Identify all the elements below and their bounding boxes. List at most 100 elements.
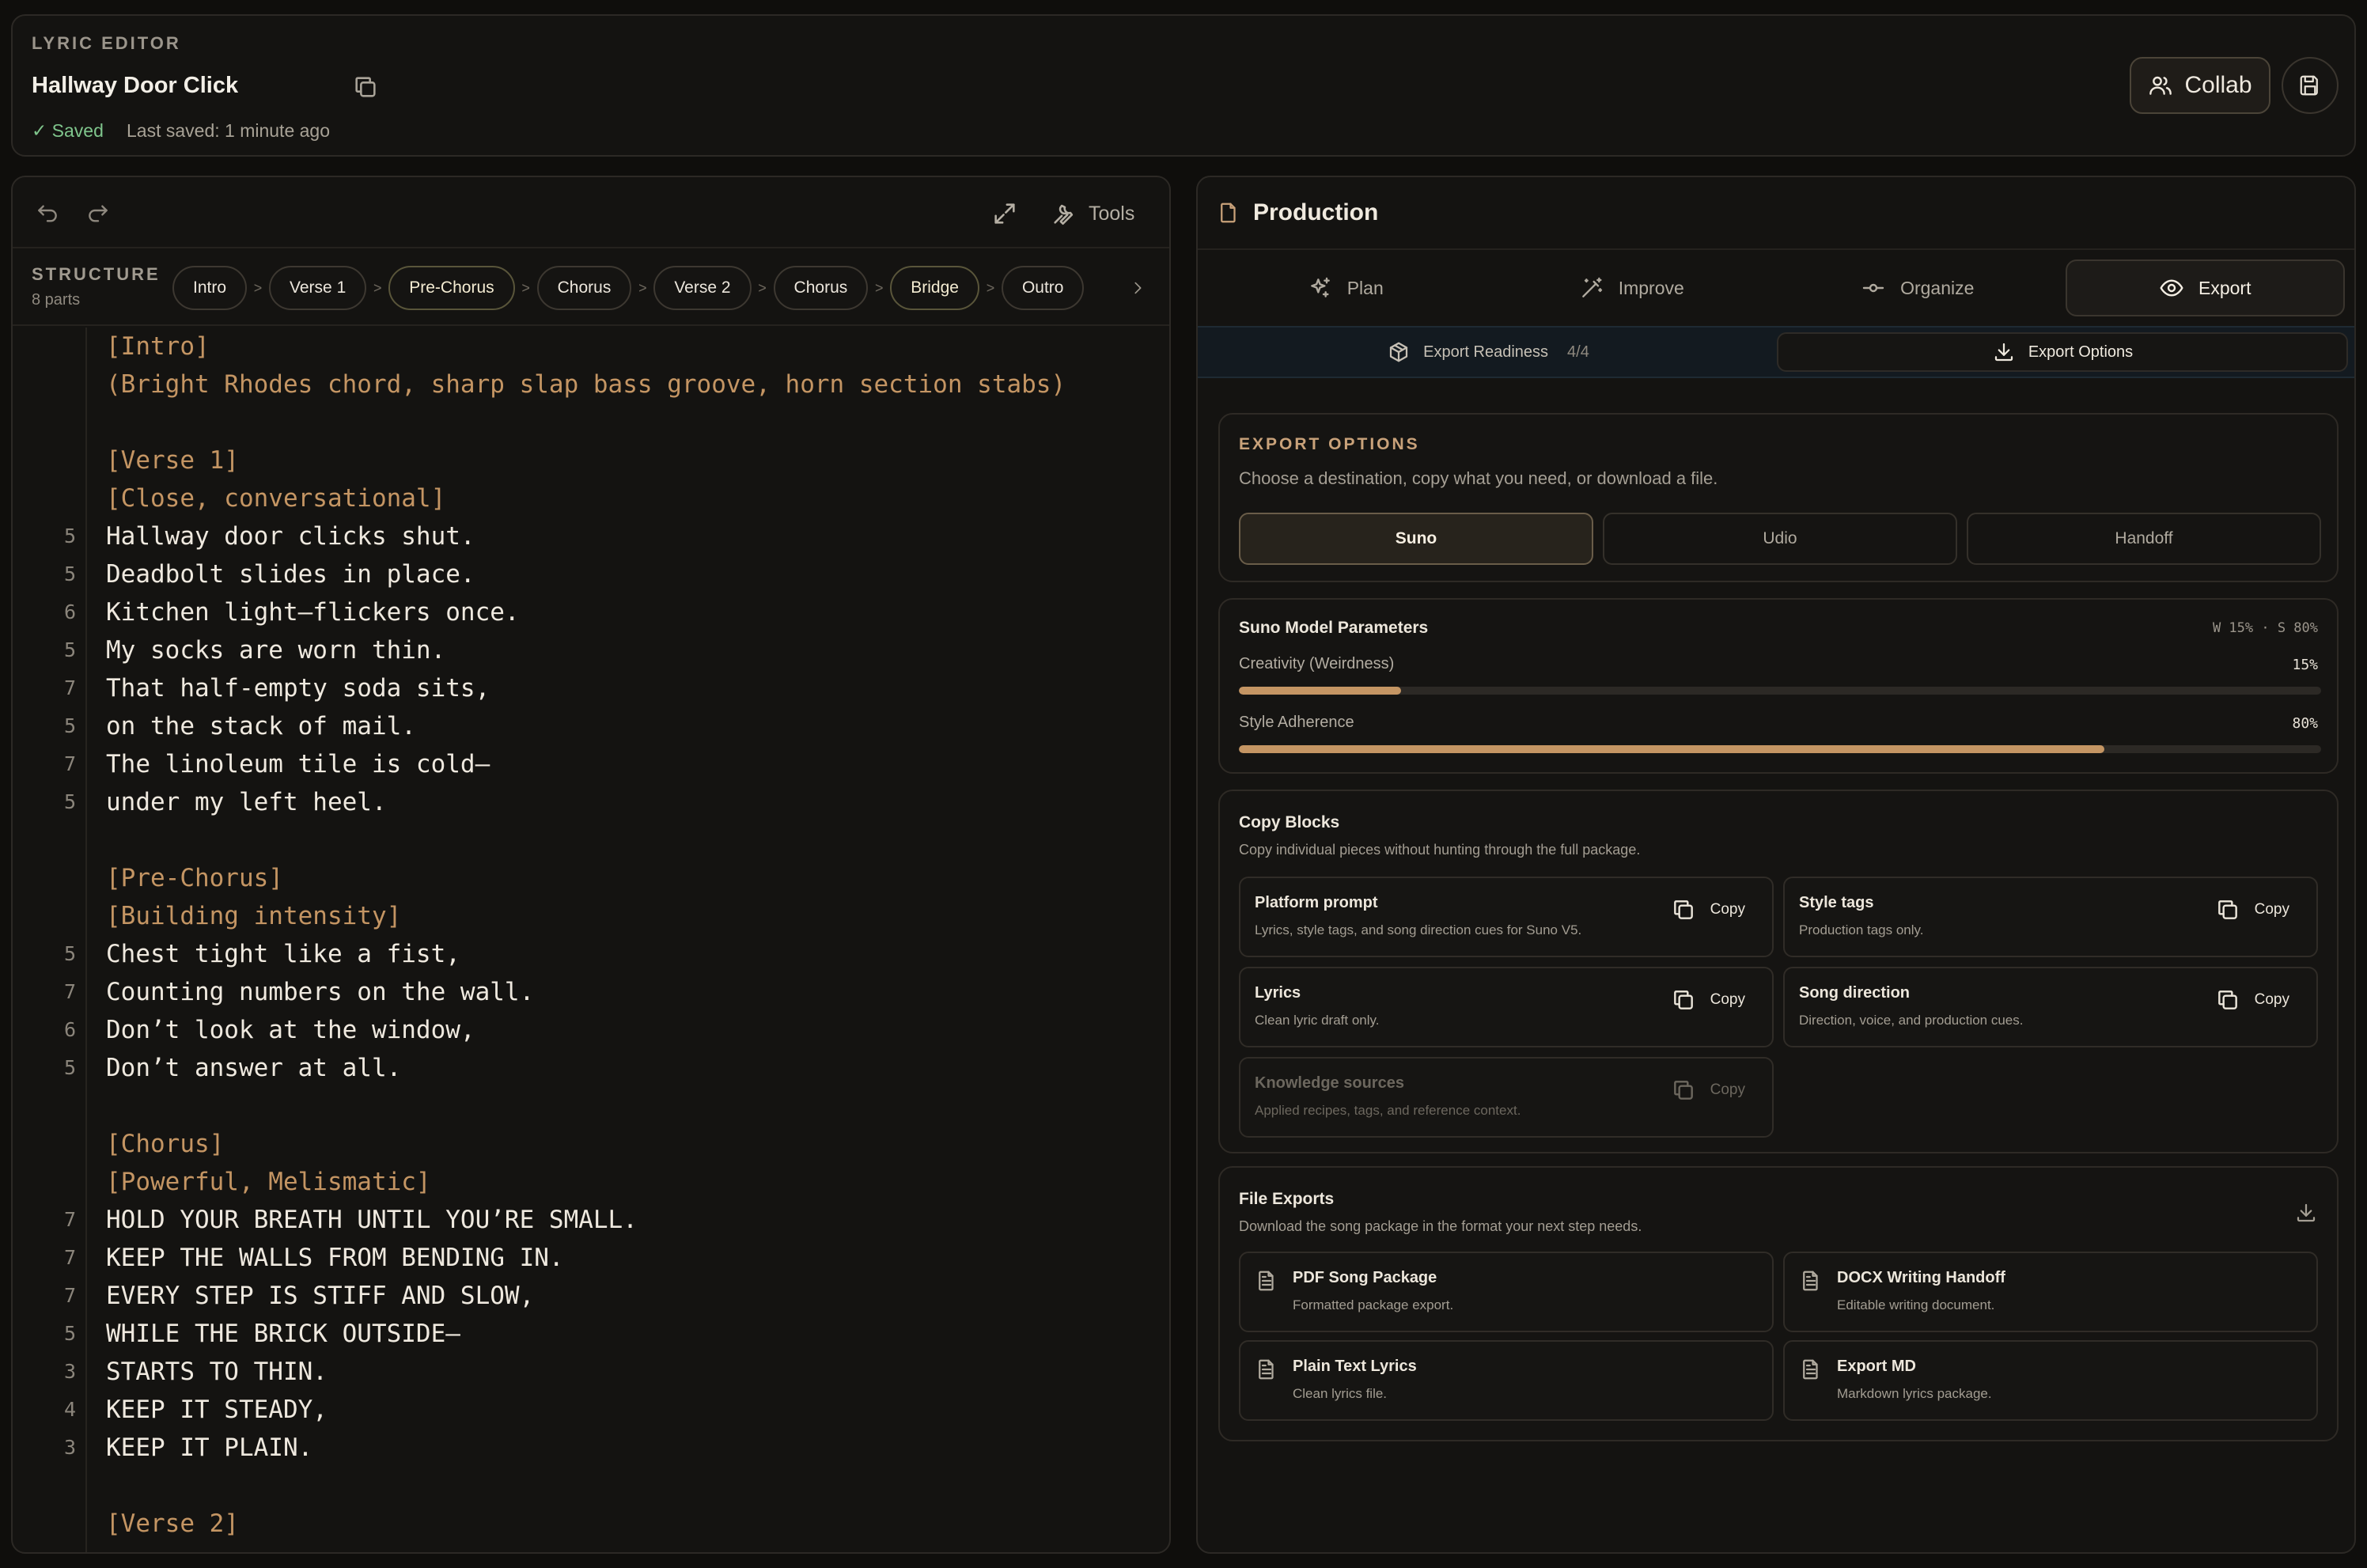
lyric-line[interactable]: 7 HOLD YOUR BREATH UNTIL YOU’RE SMALL.	[13, 1201, 1169, 1239]
lyric-text: Don’t look at the window,	[106, 1016, 475, 1044]
structure-chip-chorus[interactable]: Chorus	[536, 266, 632, 310]
copy-song-direction-button[interactable]: Copy	[2215, 987, 2289, 1013]
lyric-line[interactable]: 4 KEEP IT STEADY,	[13, 1391, 1169, 1429]
collab-button[interactable]: Collab	[2130, 57, 2270, 114]
export-pdf-song-package[interactable]: PDF Song Package Formatted package expor…	[1239, 1252, 1774, 1332]
lyric-line[interactable]: 6 Don’t look at the window,	[13, 1011, 1169, 1049]
copy-platform-prompt-button[interactable]: Copy	[1671, 897, 1745, 922]
lyric-line[interactable]: [Verse 1]	[13, 441, 1169, 479]
tools-button[interactable]: Tools	[1051, 195, 1134, 233]
file-export-title: Plain Text Lyrics	[1293, 1358, 1417, 1375]
tab-improve-label: Improve	[1618, 277, 1684, 298]
structure-chip-bridge[interactable]: Bridge	[890, 266, 979, 310]
lyric-line[interactable]: [Verse 2]	[13, 1505, 1169, 1543]
export-plain-text-lyrics[interactable]: Plain Text Lyrics Clean lyrics file.	[1239, 1340, 1774, 1421]
lyric-line[interactable]: 5 Deadbolt slides in place.	[13, 555, 1169, 593]
undo-icon[interactable]	[32, 198, 63, 229]
destination-handoff-button[interactable]: Handoff	[1967, 513, 2321, 565]
section-tag-text: [Pre-Chorus]	[106, 864, 283, 892]
copy-block-style-tags: Style tags Production tags only. Copy	[1783, 877, 2318, 957]
copy-knowledge-sources-button[interactable]: Copy	[1671, 1078, 1745, 1103]
lyric-line[interactable]: [Chorus]	[13, 1125, 1169, 1163]
tab-organize[interactable]: Organize	[1779, 259, 2056, 316]
lyric-line[interactable]	[13, 821, 1169, 859]
tab-export[interactable]: Export	[2065, 259, 2345, 316]
file-exports-title: File Exports	[1239, 1190, 1335, 1208]
export-readiness-count: 4/4	[1567, 343, 1589, 361]
lyric-text: Chest tight like a fist,	[106, 940, 460, 968]
lyric-line[interactable]: 3 STARTS TO THIN.	[13, 1353, 1169, 1391]
lyric-line[interactable]	[13, 1087, 1169, 1125]
lyric-line[interactable]: 5 WHILE THE BRICK OUTSIDE—	[13, 1315, 1169, 1353]
lyric-line[interactable]: 7 EVERY STEP IS STIFF AND SLOW,	[13, 1277, 1169, 1315]
lyric-line[interactable]: 5 on the stack of mail.	[13, 707, 1169, 745]
syllable-count: 7	[63, 1208, 76, 1231]
structure-bar: STRUCTURE 8 parts Intro > Verse 1 > Pre-…	[13, 250, 1169, 326]
section-tag-text: [Chorus]	[106, 1130, 225, 1158]
download-icon	[1992, 340, 2016, 364]
export-options-tab-label: Export Options	[2028, 343, 2134, 361]
lyric-line[interactable]: [Intro]	[13, 328, 1169, 365]
copy-block-desc: Clean lyric draft only.	[1255, 1013, 1380, 1028]
structure-chip-intro[interactable]: Intro	[172, 266, 248, 310]
copy-block-title: Platform prompt	[1255, 894, 1378, 911]
lyric-line[interactable]: 7 Counting numbers on the wall.	[13, 973, 1169, 1011]
scroll-right-icon[interactable]	[1125, 275, 1150, 301]
tab-export-readiness[interactable]: Export Readiness 4/4	[1204, 332, 1772, 372]
copy-title-icon[interactable]	[350, 71, 381, 103]
chevron-right-icon: >	[986, 279, 995, 296]
file-export-title: PDF Song Package	[1293, 1269, 1437, 1286]
destination-suno-button[interactable]: Suno	[1239, 513, 1593, 565]
copy-style-tags-button[interactable]: Copy	[2215, 897, 2289, 922]
lyric-text: on the stack of mail.	[106, 712, 416, 740]
lyric-line[interactable]: 5 Hallway door clicks shut.	[13, 517, 1169, 555]
creativity-slider[interactable]	[1239, 687, 2321, 695]
redo-icon[interactable]	[82, 198, 114, 229]
lyric-line[interactable]: 7 KEEP THE WALLS FROM BENDING IN.	[13, 1239, 1169, 1277]
copy-block-title: Song direction	[1799, 984, 1910, 1002]
download-all-icon[interactable]	[2294, 1201, 2318, 1225]
lyric-line[interactable]: 7 The linoleum tile is cold—	[13, 745, 1169, 783]
lyric-text: HOLD YOUR BREATH UNTIL YOU’RE SMALL.	[106, 1206, 638, 1234]
copy-lyrics-button[interactable]: Copy	[1671, 987, 1745, 1013]
lyric-line[interactable]: 5 My socks are worn thin.	[13, 631, 1169, 669]
lyric-line[interactable]	[13, 403, 1169, 441]
lyric-line[interactable]: 5 under my left heel.	[13, 783, 1169, 821]
syllable-count: 4	[63, 1398, 76, 1421]
structure-chip-pre-chorus[interactable]: Pre-Chorus	[388, 266, 515, 310]
structure-chip-verse-1[interactable]: Verse 1	[269, 266, 367, 310]
destination-udio-button[interactable]: Udio	[1603, 513, 1957, 565]
creativity-slider-fill	[1239, 687, 1402, 695]
lyrics-text-area[interactable]: [Intro] (Bright Rhodes chord, sharp slap …	[13, 328, 1169, 1543]
expand-icon[interactable]	[987, 196, 1022, 231]
lyric-line[interactable]: [Close, conversational]	[13, 479, 1169, 517]
suno-params-card: Suno Model Parameters W 15% · S 80% Crea…	[1218, 598, 2339, 774]
lyric-line[interactable]: 3 KEEP IT PLAIN.	[13, 1429, 1169, 1467]
lyric-line[interactable]: 7 That half-empty soda sits,	[13, 669, 1169, 707]
save-button[interactable]	[2282, 57, 2339, 114]
tab-improve[interactable]: Improve	[1494, 259, 1771, 316]
lyric-line[interactable]	[13, 1467, 1169, 1505]
lyric-line[interactable]: 6 Kitchen light—flickers once.	[13, 593, 1169, 631]
lyric-text: EVERY STEP IS STIFF AND SLOW,	[106, 1282, 535, 1310]
lyric-text: KEEP THE WALLS FROM BENDING IN.	[106, 1244, 564, 1272]
chevron-right-icon: >	[638, 279, 647, 296]
file-icon	[1217, 201, 1240, 225]
tab-plan[interactable]: Plan	[1207, 259, 1484, 316]
structure-label: STRUCTURE	[32, 264, 161, 284]
export-md[interactable]: Export MD Markdown lyrics package.	[1783, 1340, 2318, 1421]
lyric-line[interactable]: 5 Chest tight like a fist,	[13, 935, 1169, 973]
song-title[interactable]: Hallway Door Click	[32, 73, 238, 99]
lyric-line[interactable]: 5 Don’t answer at all.	[13, 1049, 1169, 1087]
structure-chip-outro[interactable]: Outro	[1001, 266, 1085, 310]
tab-export-options[interactable]: Export Options	[1777, 332, 2348, 372]
lyric-line[interactable]: [Pre-Chorus]	[13, 859, 1169, 897]
lyric-line[interactable]: (Bright Rhodes chord, sharp slap bass gr…	[13, 365, 1169, 403]
structure-chip-verse-2[interactable]: Verse 2	[653, 266, 752, 310]
style-adherence-slider[interactable]	[1239, 745, 2321, 753]
lyric-line[interactable]: [Building intensity]	[13, 897, 1169, 935]
structure-chip-chorus-2[interactable]: Chorus	[773, 266, 869, 310]
lyric-text: My socks are worn thin.	[106, 636, 446, 665]
export-docx-writing-handoff[interactable]: DOCX Writing Handoff Editable writing do…	[1783, 1252, 2318, 1332]
lyric-line[interactable]: [Powerful, Melismatic]	[13, 1163, 1169, 1201]
